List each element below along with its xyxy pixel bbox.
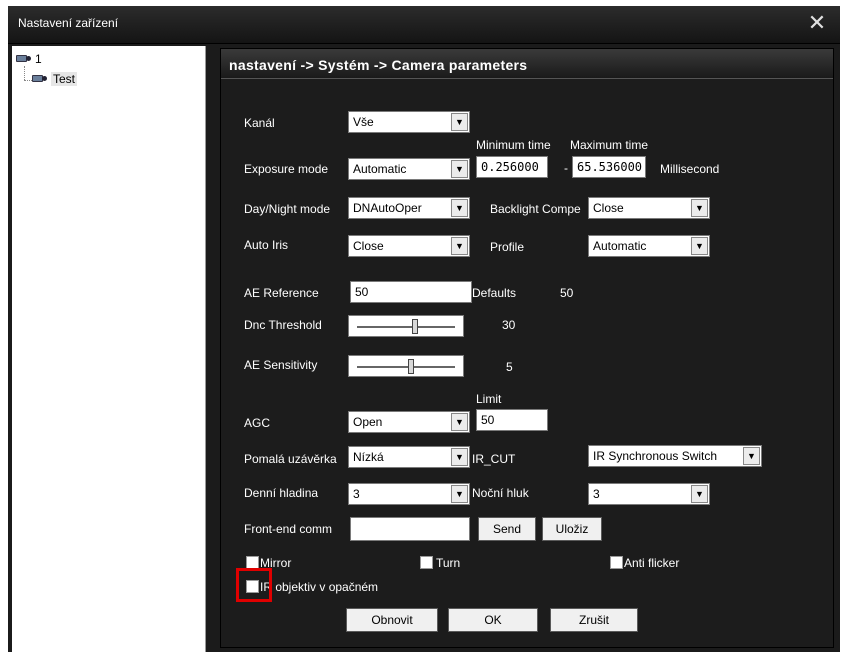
highlight-box xyxy=(236,568,272,602)
day-level-select[interactable]: 3 ▼ xyxy=(348,483,470,505)
tree-node-root[interactable]: 1 xyxy=(14,52,42,66)
chevron-down-icon: ▼ xyxy=(451,448,468,466)
auto-iris-value: Close xyxy=(353,239,384,253)
anti-flicker-checkbox[interactable] xyxy=(610,556,623,569)
save-button[interactable]: Uložiz xyxy=(542,517,602,541)
chevron-down-icon: ▼ xyxy=(451,199,468,217)
anti-flicker-label: Anti flicker xyxy=(624,556,680,570)
ir-cut-select[interactable]: IR Synchronous Switch ▼ xyxy=(588,445,762,467)
day-night-label: Day/Night mode xyxy=(244,202,331,216)
window-titlebar: Nastavení zařízení ✕ xyxy=(8,6,840,44)
exposure-mode-label: Exposure mode xyxy=(244,162,329,176)
tree-child-label: Test xyxy=(51,72,78,86)
tree-node-test[interactable]: Test xyxy=(30,72,78,86)
exposure-mode-select[interactable]: Automatic ▼ xyxy=(348,158,470,180)
ae-sensitivity-slider[interactable] xyxy=(348,355,464,377)
channel-label: Kanál xyxy=(244,116,275,130)
dnc-threshold-value: 30 xyxy=(502,318,516,332)
channel-select[interactable]: Vše ▼ xyxy=(348,111,470,133)
device-group-icon xyxy=(14,52,32,66)
tree-connector xyxy=(24,66,25,80)
auto-iris-select[interactable]: Close ▼ xyxy=(348,235,470,257)
front-end-label: Front-end comm xyxy=(244,522,333,536)
chevron-down-icon: ▼ xyxy=(451,237,468,255)
refresh-button[interactable]: Obnovit xyxy=(346,608,438,632)
slider-track xyxy=(357,326,455,328)
min-time-label: Minimum time xyxy=(476,138,551,152)
ir-reverse-label: IR objektiv v opačném xyxy=(260,580,379,594)
dnc-threshold-label: Dnc Threshold xyxy=(244,318,322,332)
tree-root-label: 1 xyxy=(35,52,42,66)
chevron-down-icon: ▼ xyxy=(743,447,760,465)
day-level-value: 3 xyxy=(353,487,360,501)
night-noise-label: Noční hluk xyxy=(472,486,529,500)
profile-select[interactable]: Automatic ▼ xyxy=(588,235,710,257)
time-unit-label: Millisecond xyxy=(660,162,720,176)
backlight-label: Backlight Compe xyxy=(490,202,581,216)
night-noise-value: 3 xyxy=(593,487,600,501)
ok-button[interactable]: OK xyxy=(448,608,538,632)
breadcrumb: nastavení -> Systém -> Camera parameters xyxy=(229,57,528,73)
camera-icon xyxy=(30,72,48,86)
panel-header: nastavení -> Systém -> Camera parameters xyxy=(221,49,833,79)
day-level-label: Denní hladina xyxy=(244,486,319,500)
backlight-value: Close xyxy=(593,201,624,215)
slow-shutter-label: Pomalá uzávěrka xyxy=(244,452,337,466)
agc-select[interactable]: Open ▼ xyxy=(348,411,470,433)
turn-label: Turn xyxy=(436,556,461,570)
close-icon[interactable]: ✕ xyxy=(806,12,828,34)
ae-sensitivity-label: AE Sensitivity xyxy=(244,358,318,372)
ae-reference-input[interactable]: 50 xyxy=(350,281,472,303)
day-night-value: DNAutoOper xyxy=(353,201,422,215)
ae-reference-label: AE Reference xyxy=(244,286,319,300)
cancel-button[interactable]: Zrušit xyxy=(550,608,638,632)
max-time-input[interactable]: 65.536000 xyxy=(572,156,646,178)
slow-shutter-value: Nízká xyxy=(353,450,384,464)
chevron-down-icon: ▼ xyxy=(691,199,708,217)
channel-value: Vše xyxy=(353,115,374,129)
min-time-input[interactable]: 0.256000 xyxy=(476,156,548,178)
max-time-label: Maximum time xyxy=(570,138,649,152)
chevron-down-icon: ▼ xyxy=(451,485,468,503)
exposure-mode-value: Automatic xyxy=(353,162,407,176)
agc-label: AGC xyxy=(244,416,271,430)
agc-value: Open xyxy=(353,415,383,429)
chevron-down-icon: ▼ xyxy=(451,113,468,131)
auto-iris-label: Auto Iris xyxy=(244,238,289,252)
ir-cut-value: IR Synchronous Switch xyxy=(593,449,718,463)
device-tree: 1 Test xyxy=(12,46,206,652)
slider-thumb[interactable] xyxy=(412,319,419,334)
chevron-down-icon: ▼ xyxy=(451,413,468,431)
limit-label: Limit xyxy=(476,392,502,406)
chevron-down-icon: ▼ xyxy=(451,160,468,178)
ae-sensitivity-value: 5 xyxy=(506,360,513,374)
defaults-label: Defaults xyxy=(472,286,517,300)
night-noise-select[interactable]: 3 ▼ xyxy=(588,483,710,505)
front-end-input[interactable] xyxy=(350,517,470,541)
slider-track xyxy=(357,366,455,368)
slow-shutter-select[interactable]: Nízká ▼ xyxy=(348,446,470,468)
day-night-select[interactable]: DNAutoOper ▼ xyxy=(348,197,470,219)
slider-thumb[interactable] xyxy=(407,359,414,374)
defaults-value: 50 xyxy=(560,286,574,300)
chevron-down-icon: ▼ xyxy=(691,485,708,503)
range-dash: - xyxy=(564,161,568,175)
window-title: Nastavení zařízení xyxy=(18,16,119,30)
send-button[interactable]: Send xyxy=(478,517,536,541)
agc-limit-input[interactable]: 50 xyxy=(476,409,548,431)
dnc-threshold-slider[interactable] xyxy=(348,315,464,337)
turn-checkbox[interactable] xyxy=(420,556,433,569)
chevron-down-icon: ▼ xyxy=(691,237,708,255)
ir-cut-label: IR_CUT xyxy=(472,452,516,466)
backlight-select[interactable]: Close ▼ xyxy=(588,197,710,219)
profile-label: Profile xyxy=(490,240,525,254)
profile-value: Automatic xyxy=(593,239,647,253)
